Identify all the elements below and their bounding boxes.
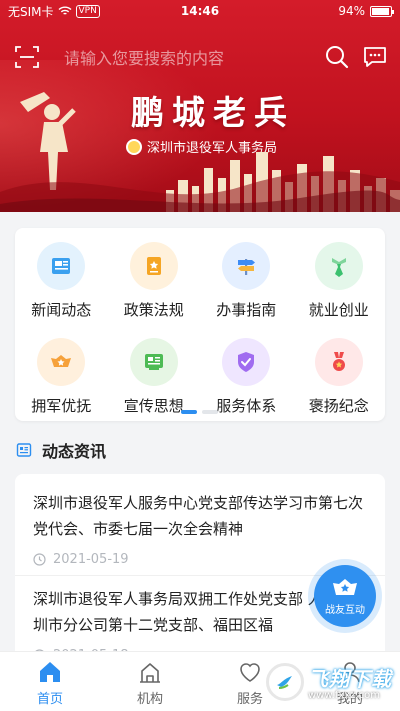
- status-bar: 无SIM卡 VPN 14:46 94%: [0, 0, 400, 22]
- guide-signpost-icon: [222, 242, 271, 290]
- page-indicator: [181, 410, 218, 414]
- medal-icon: [314, 338, 363, 386]
- news-section-header: 动态资讯: [16, 438, 106, 462]
- category-label: 就业创业: [308, 301, 369, 319]
- policy-book-icon: [129, 242, 178, 290]
- watermark-url: www.fxxz.com: [308, 690, 380, 701]
- search-icon[interactable]: [324, 44, 350, 70]
- comrade-interaction-button[interactable]: 战友互动: [314, 565, 376, 627]
- news-item[interactable]: 深圳市退役军人服务中心党支部传达学习市第七次党代会、市委七届一次全会精神 202…: [15, 474, 385, 567]
- category-label: 服务体系: [216, 397, 277, 415]
- search-bar: 请输入您要搜索的内容: [14, 40, 388, 74]
- tab-label: 首页: [36, 692, 63, 707]
- watermark-text-block: 飞翔下载 www.fxxz.com: [308, 663, 392, 701]
- battery-percent: 94%: [338, 4, 365, 18]
- category-label: 新闻动态: [31, 301, 92, 319]
- category-news[interactable]: 新闻动态: [15, 242, 108, 320]
- watermark-logo-icon: [266, 663, 304, 701]
- scan-icon[interactable]: [14, 44, 40, 70]
- wifi-icon: [58, 6, 71, 15]
- category-support-military[interactable]: 拥军优抚: [15, 338, 108, 416]
- battery-icon: [370, 5, 394, 17]
- tab-home[interactable]: 首页: [0, 652, 100, 711]
- tab-label: 机构: [136, 692, 163, 707]
- tab-label: 服务: [236, 692, 263, 707]
- category-label: 拥军优抚: [31, 397, 92, 415]
- category-card: 新闻动态 政策法规 办事指南 就业创业 拥军优抚 宣传思想 服务体系 褒扬纪念: [15, 228, 385, 421]
- banner-wave: [0, 171, 400, 212]
- newspaper-icon: [37, 242, 86, 290]
- clock-icon: [33, 553, 46, 566]
- hero-banner[interactable]: 无SIM卡 VPN 14:46 94% 请输入您要搜索的内容 鹏城老兵 深圳市退…: [0, 0, 400, 212]
- site-watermark: 飞翔下载 www.fxxz.com: [266, 658, 396, 706]
- tie-icon: [314, 242, 363, 290]
- banner-title: 鹏城老兵: [131, 93, 295, 132]
- news-date: 2021-05-19: [53, 552, 129, 567]
- category-grid: 新闻动态 政策法规 办事指南 就业创业 拥军优抚 宣传思想 服务体系 褒扬纪念: [15, 242, 385, 416]
- search-input[interactable]: 请输入您要搜索的内容: [64, 45, 312, 69]
- page-dot-active: [181, 410, 197, 414]
- military-badge-icon: [37, 338, 86, 386]
- shield-check-icon: [222, 338, 271, 386]
- category-label: 办事指南: [216, 301, 277, 319]
- category-label: 褒扬纪念: [308, 397, 369, 415]
- category-employment[interactable]: 就业创业: [293, 242, 386, 320]
- category-publicity[interactable]: 宣传思想: [108, 338, 201, 416]
- category-label: 政策法规: [123, 301, 184, 319]
- category-guide[interactable]: 办事指南: [200, 242, 293, 320]
- news-date-row: 2021-05-19: [33, 552, 367, 567]
- home-icon: [40, 662, 60, 682]
- watermark-text: 飞翔下载: [308, 667, 392, 691]
- news-list-icon: [16, 443, 32, 457]
- category-commemoration[interactable]: 褒扬纪念: [293, 338, 386, 416]
- board-icon: [129, 338, 178, 386]
- message-icon[interactable]: [362, 44, 388, 70]
- service-heart-icon: [240, 663, 260, 682]
- news-title: 深圳市退役军人服务中心党支部传达学习市第七次党代会、市委七届一次全会精神: [33, 494, 364, 538]
- category-label: 宣传思想: [123, 397, 184, 415]
- vpn-badge: VPN: [75, 4, 100, 18]
- category-policy[interactable]: 政策法规: [108, 242, 201, 320]
- carrier-text: 无SIM卡: [8, 4, 54, 19]
- institution-icon: [140, 663, 160, 683]
- star-badge-icon: [333, 578, 357, 595]
- section-title: 动态资讯: [42, 442, 107, 461]
- fab-label: 战友互动: [325, 604, 365, 616]
- tab-institution[interactable]: 机构: [100, 652, 200, 711]
- page-dot: [202, 410, 218, 414]
- category-service-system[interactable]: 服务体系: [200, 338, 293, 416]
